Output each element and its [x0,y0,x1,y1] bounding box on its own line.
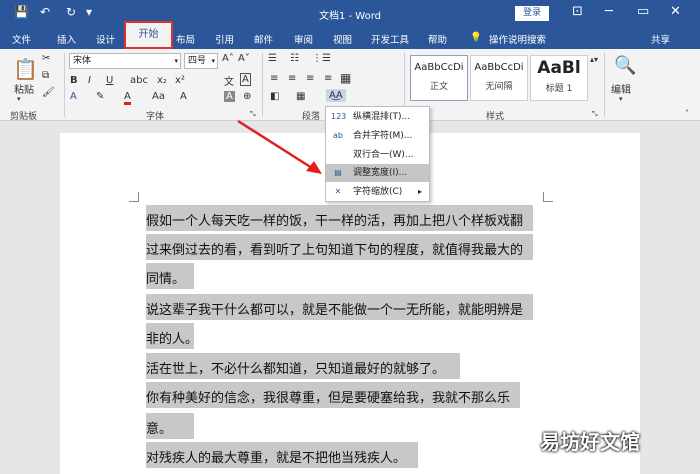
watermark: 易坊好文馆 [540,430,640,454]
annotation-arrow [237,119,322,174]
